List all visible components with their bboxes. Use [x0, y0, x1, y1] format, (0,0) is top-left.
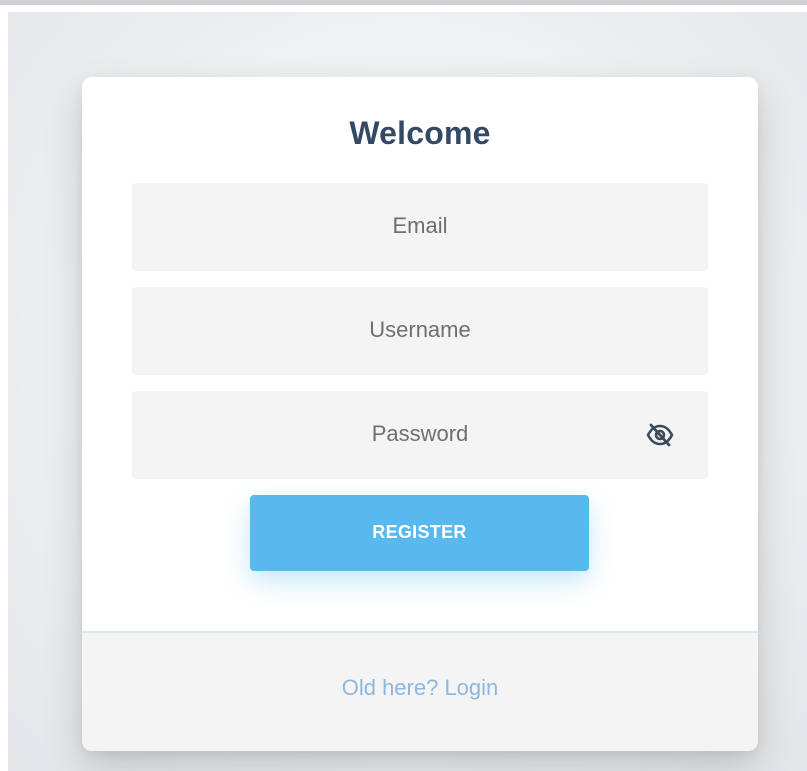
- register-card: Welcome Email Username Password REGISTER…: [82, 77, 758, 751]
- page-background: Welcome Email Username Password REGISTER…: [8, 12, 807, 771]
- top-edge-bar: [0, 0, 807, 5]
- card-title: Welcome: [349, 115, 491, 151]
- email-field[interactable]: Email: [132, 183, 708, 271]
- card-footer: Old here? Login: [82, 631, 758, 751]
- login-link[interactable]: Old here? Login: [82, 675, 758, 701]
- eye-off-icon[interactable]: [646, 422, 674, 448]
- register-button[interactable]: REGISTER: [250, 495, 589, 571]
- email-placeholder: Email: [392, 213, 448, 238]
- password-field[interactable]: Password: [132, 391, 708, 479]
- username-field[interactable]: Username: [132, 287, 708, 375]
- password-placeholder: Password: [371, 421, 469, 446]
- username-placeholder: Username: [369, 317, 471, 342]
